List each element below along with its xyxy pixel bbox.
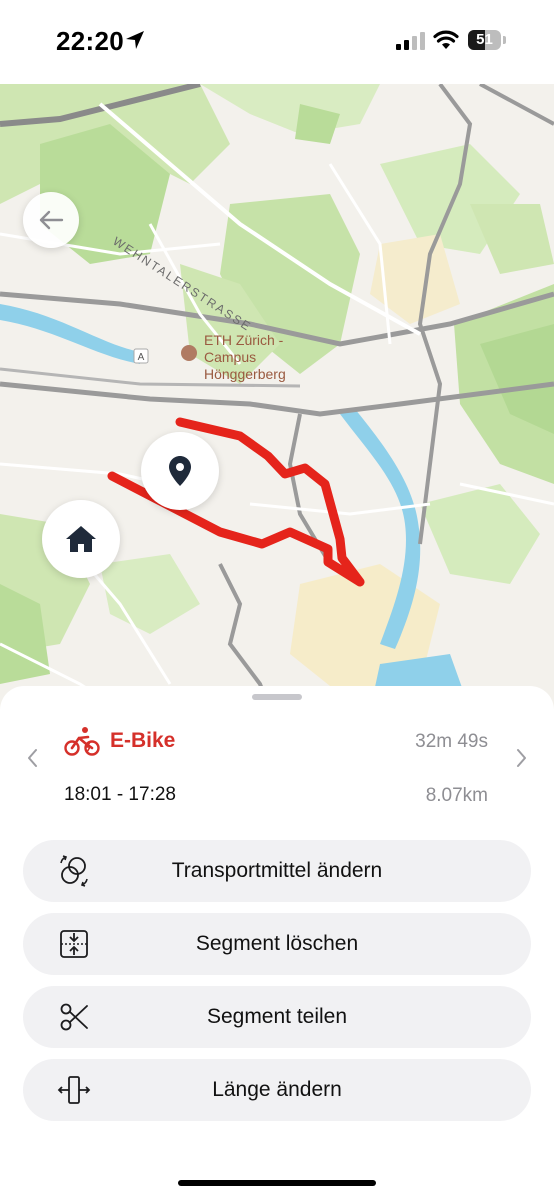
back-button[interactable] — [23, 192, 79, 248]
delete-segment-label: Segment löschen — [195, 932, 359, 955]
trip-distance: 8.07km — [425, 785, 488, 806]
segment-sheet: E-Bike 32m 49s 18:01 - 17:28 8.07km Tran… — [0, 686, 554, 1200]
status-bar: 22:20 51 — [0, 0, 554, 84]
chevron-right-icon[interactable] — [514, 748, 528, 768]
home-marker[interactable] — [42, 500, 120, 578]
split-segment-label: Segment teilen — [206, 1005, 348, 1028]
status-time: 22:20 — [56, 26, 124, 56]
map-tiles: A — [0, 84, 554, 710]
road-shield: A — [138, 352, 145, 363]
change-length-label: Länge ändern — [212, 1078, 342, 1101]
poi-label[interactable]: ETH Zürich - Campus Hönggerberg — [204, 332, 286, 383]
trip-duration: 32m 49s — [415, 731, 488, 752]
home-indicator[interactable] — [178, 1180, 376, 1186]
chevron-left-icon[interactable] — [26, 748, 40, 768]
university-poi-icon[interactable] — [181, 345, 197, 361]
change-transport-button[interactable]: Transportmittel ändern — [23, 840, 531, 902]
e-bike-icon — [64, 727, 100, 756]
battery-percent: 51 — [476, 31, 493, 48]
location-arrow-icon — [126, 31, 144, 49]
sheet-grabber[interactable] — [252, 694, 302, 700]
change-length-button[interactable]: Länge ändern — [23, 1059, 531, 1121]
change-transport-label: Transportmittel ändern — [171, 859, 383, 882]
battery-icon: 51 — [468, 30, 506, 52]
wifi-icon — [433, 30, 459, 49]
map-view[interactable]: A WEHNTALERSTRASSE ETH Zürich - Campus H… — [0, 84, 554, 710]
cellular-signal-icon — [396, 32, 425, 50]
map-pin-icon — [169, 456, 191, 486]
destination-marker[interactable] — [141, 432, 219, 510]
split-segment-button[interactable]: Segment teilen — [23, 986, 531, 1048]
transport-mode-label[interactable]: E-Bike — [110, 729, 175, 753]
home-icon — [66, 526, 96, 552]
delete-segment-button[interactable]: Segment löschen — [23, 913, 531, 975]
trip-time-range: 18:01 - 17:28 — [64, 784, 176, 805]
arrow-left-icon — [39, 210, 64, 230]
